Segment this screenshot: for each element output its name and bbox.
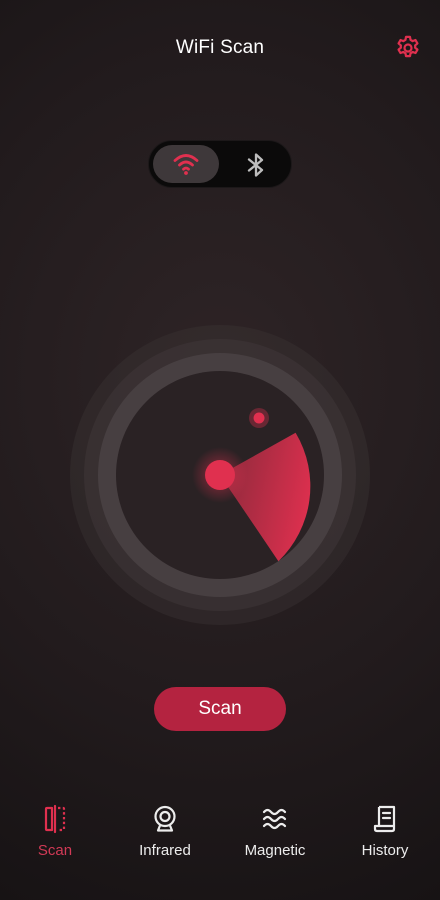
nav-label-infrared: Infrared xyxy=(139,842,191,859)
radar-sweep xyxy=(70,325,370,625)
scan-button[interactable]: Scan xyxy=(154,687,286,731)
app-header: WiFi Scan xyxy=(0,0,440,96)
nav-label-scan: Scan xyxy=(37,842,73,859)
nav-label-magnetic: Magnetic xyxy=(244,842,306,859)
bluetooth-icon xyxy=(247,153,264,177)
scan-icon xyxy=(44,804,66,834)
settings-button[interactable] xyxy=(394,34,422,62)
nav-item-scan[interactable]: Scan xyxy=(5,804,105,864)
nav-item-history[interactable]: History xyxy=(335,804,435,864)
nav-item-magnetic[interactable]: Magnetic xyxy=(225,804,325,864)
nav-label-history: History xyxy=(361,842,409,859)
wifi-icon xyxy=(173,154,199,175)
radar-display xyxy=(66,320,376,630)
gear-icon xyxy=(397,35,419,58)
wifi-mode-option[interactable] xyxy=(153,145,219,183)
camera-icon xyxy=(154,805,176,832)
document-icon xyxy=(373,805,396,833)
bluetooth-mode-option[interactable] xyxy=(223,145,289,183)
waves-icon xyxy=(262,808,287,830)
mode-toggle xyxy=(148,140,292,188)
bottom-navigation: Scan Infrared Magnetic History xyxy=(0,790,440,900)
page-title: WiFi Scan xyxy=(175,37,265,58)
nav-item-infrared[interactable]: Infrared xyxy=(115,804,215,864)
